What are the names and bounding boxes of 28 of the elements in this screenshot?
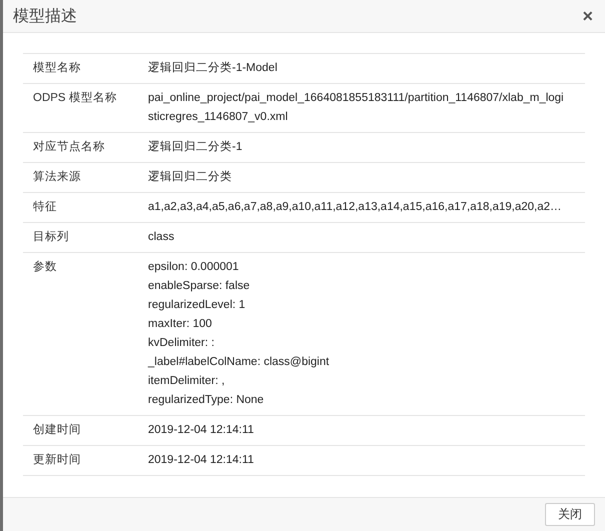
row-label: 创建时间: [33, 422, 82, 438]
row-label: 目标列: [33, 230, 70, 245]
parameter-line: regularizedType: None: [148, 393, 265, 408]
row-label: 算法来源: [33, 170, 82, 185]
row-label: 更新时间: [33, 452, 82, 468]
close-button[interactable]: 关闭: [545, 503, 595, 526]
row-label: 参数: [33, 260, 58, 275]
row-label: 模型名称: [33, 60, 82, 76]
dialog-title: 模型描述: [13, 6, 77, 26]
parameter-line: epsilon: 0.000001: [148, 260, 240, 275]
row-value: pai_online_project/pai_model_1664081855183111/partition_1146807/xlab_m_logisticregres_1146807_v0.xml: [148, 91, 565, 125]
row-label: 对应节点名称: [33, 140, 106, 155]
parameter-line: kvDelimiter: :: [148, 336, 216, 351]
parameter-line: itemDelimiter: ,: [148, 374, 226, 389]
row-value: 逻辑回归二分类-1-Model: [148, 60, 278, 76]
parameter-line: regularizedLevel: 1: [148, 298, 246, 313]
close-button[interactable]: ×: [582, 7, 593, 25]
row-value: a1,a2,a3,a4,a5,a6,a7,a8,a9,a10,a11,a12,a13,a14,a15,a16,a17,a18,a19,a20,a2…: [148, 200, 562, 215]
row-value: 2019-12-04 12:14:11: [148, 453, 255, 468]
parameter-line: enableSparse: false: [148, 279, 251, 294]
row-value: 逻辑回归二分类: [148, 170, 233, 185]
row-value: 2019-12-04 12:14:11: [148, 423, 255, 438]
row-label: ODPS 模型名称: [33, 90, 118, 106]
parameter-line: maxIter: 100: [148, 317, 213, 332]
row-value: class: [148, 230, 176, 245]
parameter-line: _label#labelColName: class@bigint: [148, 355, 330, 370]
row-label: 特征: [33, 200, 58, 215]
row-value: 逻辑回归二分类-1: [148, 140, 244, 155]
